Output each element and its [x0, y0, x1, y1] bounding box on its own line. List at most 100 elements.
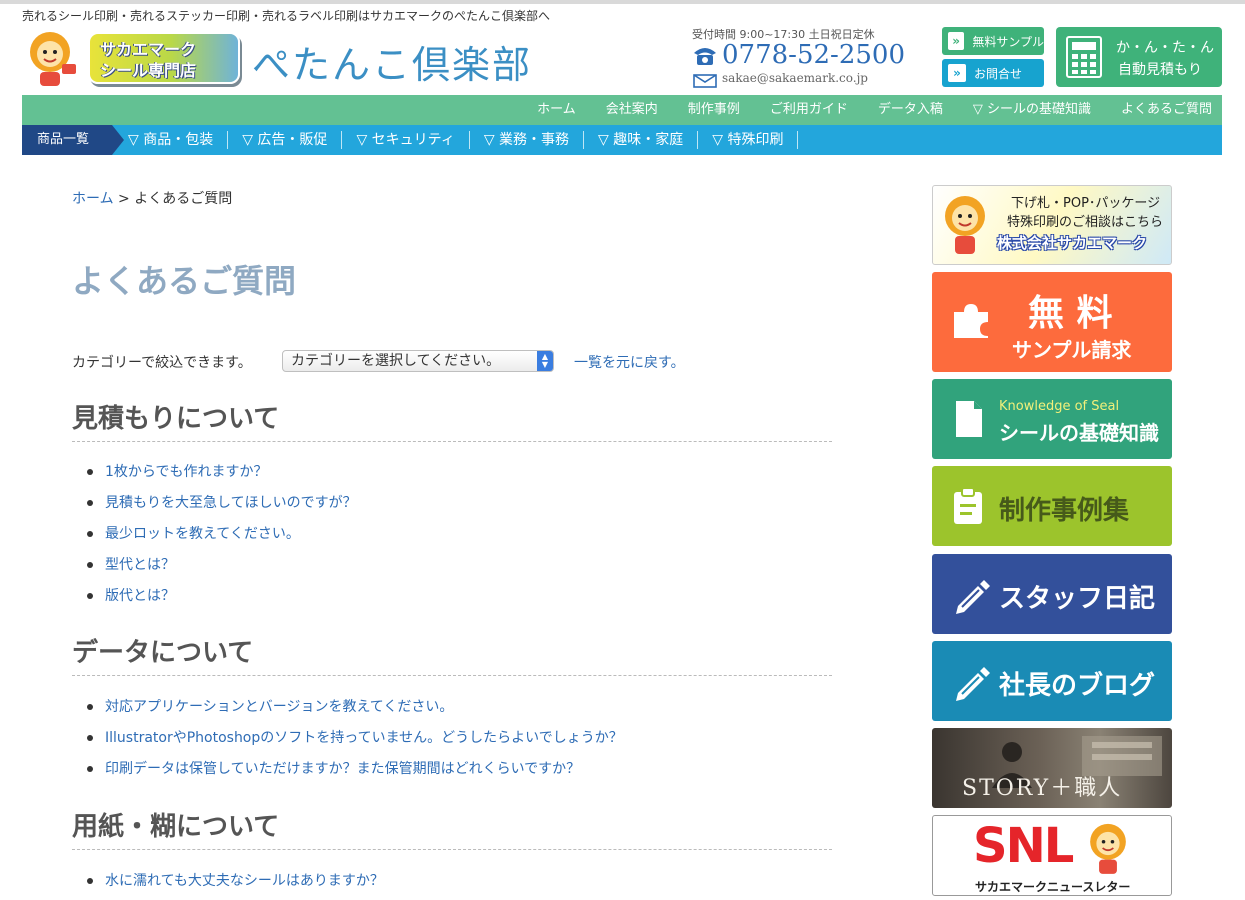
cnav-item-hobby[interactable]: ▽ 趣味・家庭: [584, 131, 699, 149]
page-title: よくあるご質問: [72, 262, 297, 300]
faq-list-estimate: 1枚からでも作れますか？ 見積もりを大至急してほしいのですが？ 最少ロットを教え…: [72, 462, 832, 617]
faq-item[interactable]: 印刷データは保管していただけますか？また保管期間はどれくらいですか？: [72, 759, 832, 790]
faq-link[interactable]: 版代とは？: [105, 588, 175, 604]
faq-item[interactable]: IllustratorやPhotoshopのソフトを持っていません。どうしたらよ…: [72, 728, 832, 759]
cnav-item-office[interactable]: ▽ 業務・事務: [470, 131, 585, 149]
puzzle-icon: [954, 304, 988, 338]
staff-diary-banner[interactable]: スタッフ日記: [932, 554, 1172, 634]
gnav-guide[interactable]: ご利用ガイド: [770, 95, 848, 125]
president-blog-banner[interactable]: 社長のブログ: [932, 641, 1172, 721]
gnav-works[interactable]: 制作事例: [688, 95, 740, 125]
mail-icon: [693, 74, 717, 88]
lion-mascot-logo[interactable]: [22, 28, 84, 90]
works-banner[interactable]: 制作事例集: [932, 466, 1172, 546]
faq-link[interactable]: 最少ロットを教えてください。: [105, 526, 300, 542]
story-label: STORY＋職人: [962, 776, 1123, 801]
faq-link[interactable]: 見積もりを大至急してほしいのですが？: [105, 495, 357, 511]
faq-link[interactable]: 水に濡れても大丈夫なシールはありますか？: [105, 873, 384, 889]
reset-list-link[interactable]: 一覧を元に戻す。: [574, 352, 685, 372]
faq-item[interactable]: 対応アプリケーションとバージョンを教えてください。: [72, 697, 832, 728]
category-filter: カテゴリーで絞込できます。 カテゴリーを選択してください。 ▲ ▼ 一覧を元に戻す…: [72, 350, 772, 372]
newsletter-caption: サカエマークニュースレター: [975, 880, 1131, 894]
cnav-item-packaging[interactable]: ▽ 商品・包装: [114, 131, 229, 149]
document-icon: [956, 401, 982, 437]
pencil-icon: [956, 580, 990, 614]
free-sample-label: 無料サンプル: [972, 34, 1044, 49]
staff-diary-label: スタッフ日記: [999, 584, 1156, 614]
banner-line1: 下げ札・POP･パッケージ: [1011, 196, 1161, 211]
faq-item[interactable]: 見積もりを大至急してほしいのですが？: [72, 493, 832, 524]
badge-line2: シール専門店: [100, 61, 197, 80]
breadcrumb-current: よくあるご質問: [134, 191, 233, 207]
estimate-line2: 自動見積もり: [1118, 62, 1202, 78]
double-chevron-icon: »: [948, 32, 965, 50]
gnav-home[interactable]: ホーム: [537, 95, 576, 125]
brand-title[interactable]: ぺたんこ倶楽部: [252, 34, 532, 89]
section-title-paper: 用紙・糊について: [72, 806, 832, 850]
global-nav: ホーム 会社案内 制作事例 ご利用ガイド データ入稿 ▽ シールの基礎知識 よく…: [22, 95, 1222, 125]
free-sample-banner[interactable]: 無 料 サンプル請求: [932, 272, 1172, 372]
sample-request-label: サンプル請求: [1012, 338, 1132, 362]
gnav-company[interactable]: 会社案内: [606, 95, 658, 125]
faq-link[interactable]: 型代とは？: [105, 557, 175, 573]
gnav-seal-basics[interactable]: ▽ シールの基礎知識: [973, 95, 1091, 125]
free-label: 無 料: [1028, 293, 1113, 334]
clipboard-icon: [954, 487, 982, 524]
phone-number: 0778-52-2500: [722, 40, 905, 70]
faq-item[interactable]: 水に濡れても大丈夫なシールはありますか？: [72, 871, 832, 900]
faq-item[interactable]: 1枚からでも作れますか？: [72, 462, 832, 493]
breadcrumb-home-link[interactable]: ホーム: [72, 191, 114, 207]
knowledge-ja: シールの基礎知識: [999, 421, 1159, 445]
cnav-item-advertising[interactable]: ▽ 広告・販促: [228, 131, 343, 149]
section-title-data: データについて: [72, 632, 832, 676]
contact-button[interactable]: » お問合せ: [942, 59, 1044, 87]
pencil-icon: [956, 667, 990, 701]
cnav-item-security[interactable]: ▽ セキュリティ: [342, 131, 470, 149]
faq-link[interactable]: 印刷データは保管していただけますか？また保管期間はどれくらいですか？: [105, 761, 580, 777]
banner-company: 株式会社サカエマーク: [997, 234, 1148, 252]
cnav-product-list[interactable]: 商品一覧: [22, 125, 124, 155]
double-chevron-icon: »: [948, 64, 966, 82]
faq-link[interactable]: 対応アプリケーションとバージョンを教えてください。: [105, 699, 453, 715]
works-label: 制作事例集: [999, 496, 1130, 526]
faq-link[interactable]: 1枚からでも作れますか？: [105, 464, 268, 480]
faq-item[interactable]: 版代とは？: [72, 586, 832, 617]
contact-info: 受付時間 9:00~17:30 土日祝日定休 0778-52-2500 saka…: [692, 26, 905, 88]
cnav-item-special[interactable]: ▽ 特殊印刷: [698, 131, 799, 149]
estimate-line1: か・ん・た・ん: [1116, 40, 1214, 56]
gnav-data-submission[interactable]: データ入稿: [878, 95, 943, 125]
free-sample-button[interactable]: » 無料サンプル: [942, 27, 1044, 55]
filter-label: カテゴリーで絞込できます。: [72, 355, 252, 371]
knowledge-en: Knowledge of Seal: [999, 399, 1120, 414]
site-tagline: 売れるシール印刷・売れるステッカー印刷・売れるラベル印刷はサカエマークのぺたんこ…: [22, 9, 551, 23]
category-nav: 商品一覧 ▽ 商品・包装 ▽ 広告・販促 ▽ セキュリティ ▽ 業務・事務 ▽ …: [22, 125, 1222, 155]
breadcrumb-separator: >: [113, 191, 135, 207]
faq-item[interactable]: 最少ロットを教えてください。: [72, 524, 832, 555]
faq-item[interactable]: 型代とは？: [72, 555, 832, 586]
shop-badge-logo[interactable]: サカエマーク シール専門店: [88, 30, 248, 88]
seal-knowledge-banner[interactable]: Knowledge of Seal シールの基礎知識: [932, 379, 1172, 459]
category-select-value: カテゴリーを選択してください。: [291, 353, 501, 369]
phone-icon: [694, 48, 716, 65]
top-border: [0, 0, 1245, 4]
newsletter-banner[interactable]: SNL サカエマークニュースレター: [932, 815, 1172, 896]
auto-estimate-button[interactable]: か・ん・た・ん 自動見積もり: [1056, 27, 1222, 87]
president-blog-label: 社長のブログ: [999, 671, 1156, 701]
special-print-banner[interactable]: 下げ札・POP･パッケージ 特殊印刷のご相談はこちら 株式会社サカエマーク: [932, 185, 1172, 265]
lion-mascot-icon: [1090, 823, 1126, 874]
breadcrumb: ホーム > よくあるご質問: [72, 188, 232, 208]
section-title-estimate: 見積もりについて: [72, 398, 832, 442]
snl-logo: SNL: [973, 818, 1074, 874]
story-craftsman-banner[interactable]: STORY＋職人: [932, 728, 1172, 808]
gnav-faq[interactable]: よくあるご質問: [1121, 95, 1212, 125]
email-address[interactable]: sakae@sakaemark.co.jp: [722, 71, 868, 85]
contact-label: お問合せ: [974, 66, 1023, 81]
faq-list-data: 対応アプリケーションとバージョンを教えてください。 IllustratorやPh…: [72, 697, 832, 790]
faq-link[interactable]: IllustratorやPhotoshopのソフトを持っていません。どうしたらよ…: [105, 730, 623, 746]
snl-logo-text: SNL: [973, 818, 1074, 874]
faq-list-paper: 水に濡れても大丈夫なシールはありますか？: [72, 871, 832, 900]
category-select[interactable]: カテゴリーを選択してください。 ▲ ▼: [282, 350, 554, 372]
calculator-icon: [1066, 36, 1102, 78]
banner-line2: 特殊印刷のご相談はこちら: [1007, 215, 1164, 230]
select-arrows-icon: ▲ ▼: [537, 351, 553, 371]
